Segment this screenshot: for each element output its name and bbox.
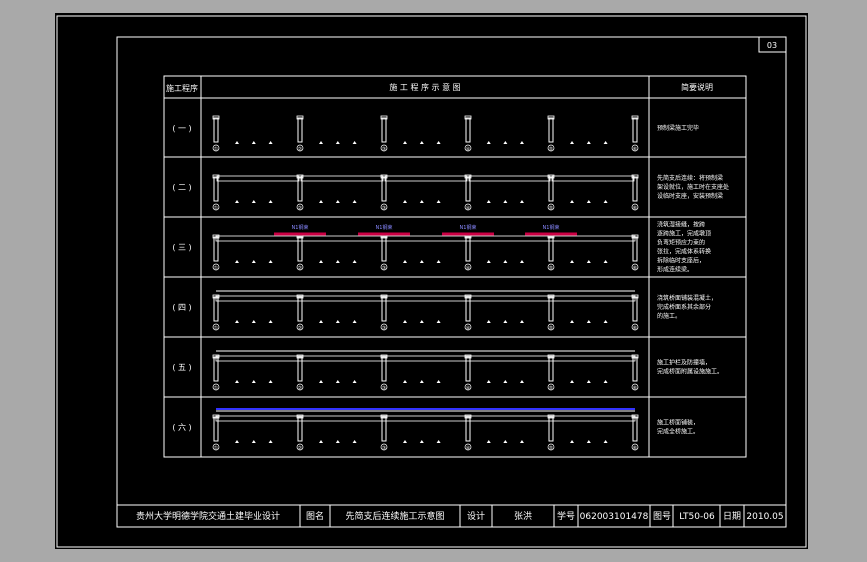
note-line: 浇筑桥面铺装混凝土， [657, 294, 717, 302]
pier-number: ④ [466, 386, 471, 392]
pier-number: ② [298, 386, 303, 392]
pier-number: ⑤ [549, 326, 553, 332]
pier-number: ① [214, 206, 219, 212]
note-line: 完成桥面附属设施施工。 [657, 368, 723, 376]
date: 2010.05 [746, 512, 783, 522]
pier-number: ⑤ [549, 147, 553, 153]
note-line: 浇筑湿接缝，按跨 [657, 221, 705, 229]
note-line: 负弯矩预应力束的 [657, 239, 705, 247]
pier-number: ⑤ [549, 446, 553, 452]
note-line: 完成桥面系其余部分 [657, 303, 711, 311]
pier-number: ⑤ [549, 206, 553, 212]
pier-number: ③ [382, 446, 386, 452]
pier-number: ④ [466, 266, 471, 272]
sheet-background [55, 13, 808, 549]
header-description: 简要说明 [681, 82, 713, 92]
drawing-no-label: 图号 [653, 511, 671, 522]
step-label: ( 三 ) [172, 243, 191, 252]
pier-number: ③ [382, 326, 386, 332]
pier-number: ① [214, 446, 219, 452]
pier-number: ③ [382, 147, 386, 153]
drawing-name: 先简支后连续施工示意图 [345, 510, 444, 522]
step-label: ( 六 ) [172, 422, 191, 432]
pier-number: ② [298, 266, 303, 272]
note-line: 拆除临时支座后， [657, 257, 705, 265]
note-line: 施工桥面铺装， [657, 419, 699, 427]
step-label: ( 一 ) [172, 124, 191, 133]
pier-number: ⑥ [633, 147, 638, 153]
note-line: 张拉，完成体系转换 [657, 248, 711, 256]
pier-number: ② [298, 326, 303, 332]
pier-number: ⑥ [633, 446, 638, 452]
pier-number: ② [298, 446, 303, 452]
note-line: 逐跨施工，完成墩顶 [657, 230, 711, 238]
drawing-no: LT50-06 [679, 512, 715, 522]
date-label: 日期 [723, 511, 741, 522]
pier-number: ③ [382, 266, 386, 272]
pier-number: ① [214, 386, 219, 392]
note-line: 预制梁施工完毕 [657, 124, 699, 132]
pier-number: ① [214, 326, 219, 332]
header-procedure: 施工程序 [166, 83, 198, 93]
pier-number: ③ [382, 386, 386, 392]
pier-number: ⑤ [549, 266, 553, 272]
sheet-number: 03 [767, 41, 777, 50]
step-label: ( 二 ) [172, 183, 191, 192]
pier-number: ⑥ [633, 206, 638, 212]
note-line: 完成全桥施工。 [657, 428, 699, 436]
pier-number: ② [298, 206, 303, 212]
pier-number: ⑥ [633, 386, 638, 392]
pier-number: ④ [466, 446, 471, 452]
note-line: 先简支后连续：将预制梁 [657, 174, 723, 182]
pier-number: ④ [466, 206, 471, 212]
pier-number: ① [214, 266, 219, 272]
designer-label: 设计 [467, 510, 485, 522]
tendon-label: N1钢束 [543, 224, 560, 231]
pier-number: ④ [466, 147, 471, 153]
step-label: ( 四 ) [172, 303, 191, 312]
note-line: 架设就位，施工时在支座处 [657, 183, 729, 191]
note-line: 形成连续梁。 [657, 266, 693, 274]
student-id: 062003101478 [580, 512, 649, 522]
drawing-name-label: 图名 [306, 510, 324, 522]
student-id-label: 学号 [557, 510, 575, 522]
note-line: 设临时支座，安装预制梁 [657, 192, 723, 200]
tendon-label: N1钢束 [460, 224, 477, 231]
tendon-label: N1钢束 [292, 224, 309, 231]
pier-number: ① [214, 147, 219, 153]
cad-drawing-canvas: 03 施工程序 施 工 程 序 示 意 图 简要说明 ( 一 ) ① ② ③ ④ ⑤ ⑥ 预制… [0, 0, 867, 562]
pier-number: ③ [382, 206, 386, 212]
pier-number: ④ [466, 326, 471, 332]
pier-number: ⑤ [549, 386, 553, 392]
school-name: 贵州大学明德学院交通土建毕业设计 [136, 510, 280, 522]
note-line: 施工护栏及防撞墙， [657, 359, 711, 367]
pier-number: ⑥ [633, 326, 638, 332]
designer-name: 张洪 [514, 510, 532, 522]
drawing-sheet: 03 施工程序 施 工 程 序 示 意 图 简要说明 ( 一 ) ① ② ③ ④ ⑤ ⑥ 预制… [55, 13, 808, 549]
pier-number: ② [298, 147, 303, 153]
pier-number: ⑥ [633, 266, 638, 272]
tendon-label: N1钢束 [376, 224, 393, 231]
note-line: 的施工。 [657, 312, 681, 320]
header-diagram: 施 工 程 序 示 意 图 [389, 82, 460, 92]
step-label: ( 五 ) [172, 363, 191, 372]
